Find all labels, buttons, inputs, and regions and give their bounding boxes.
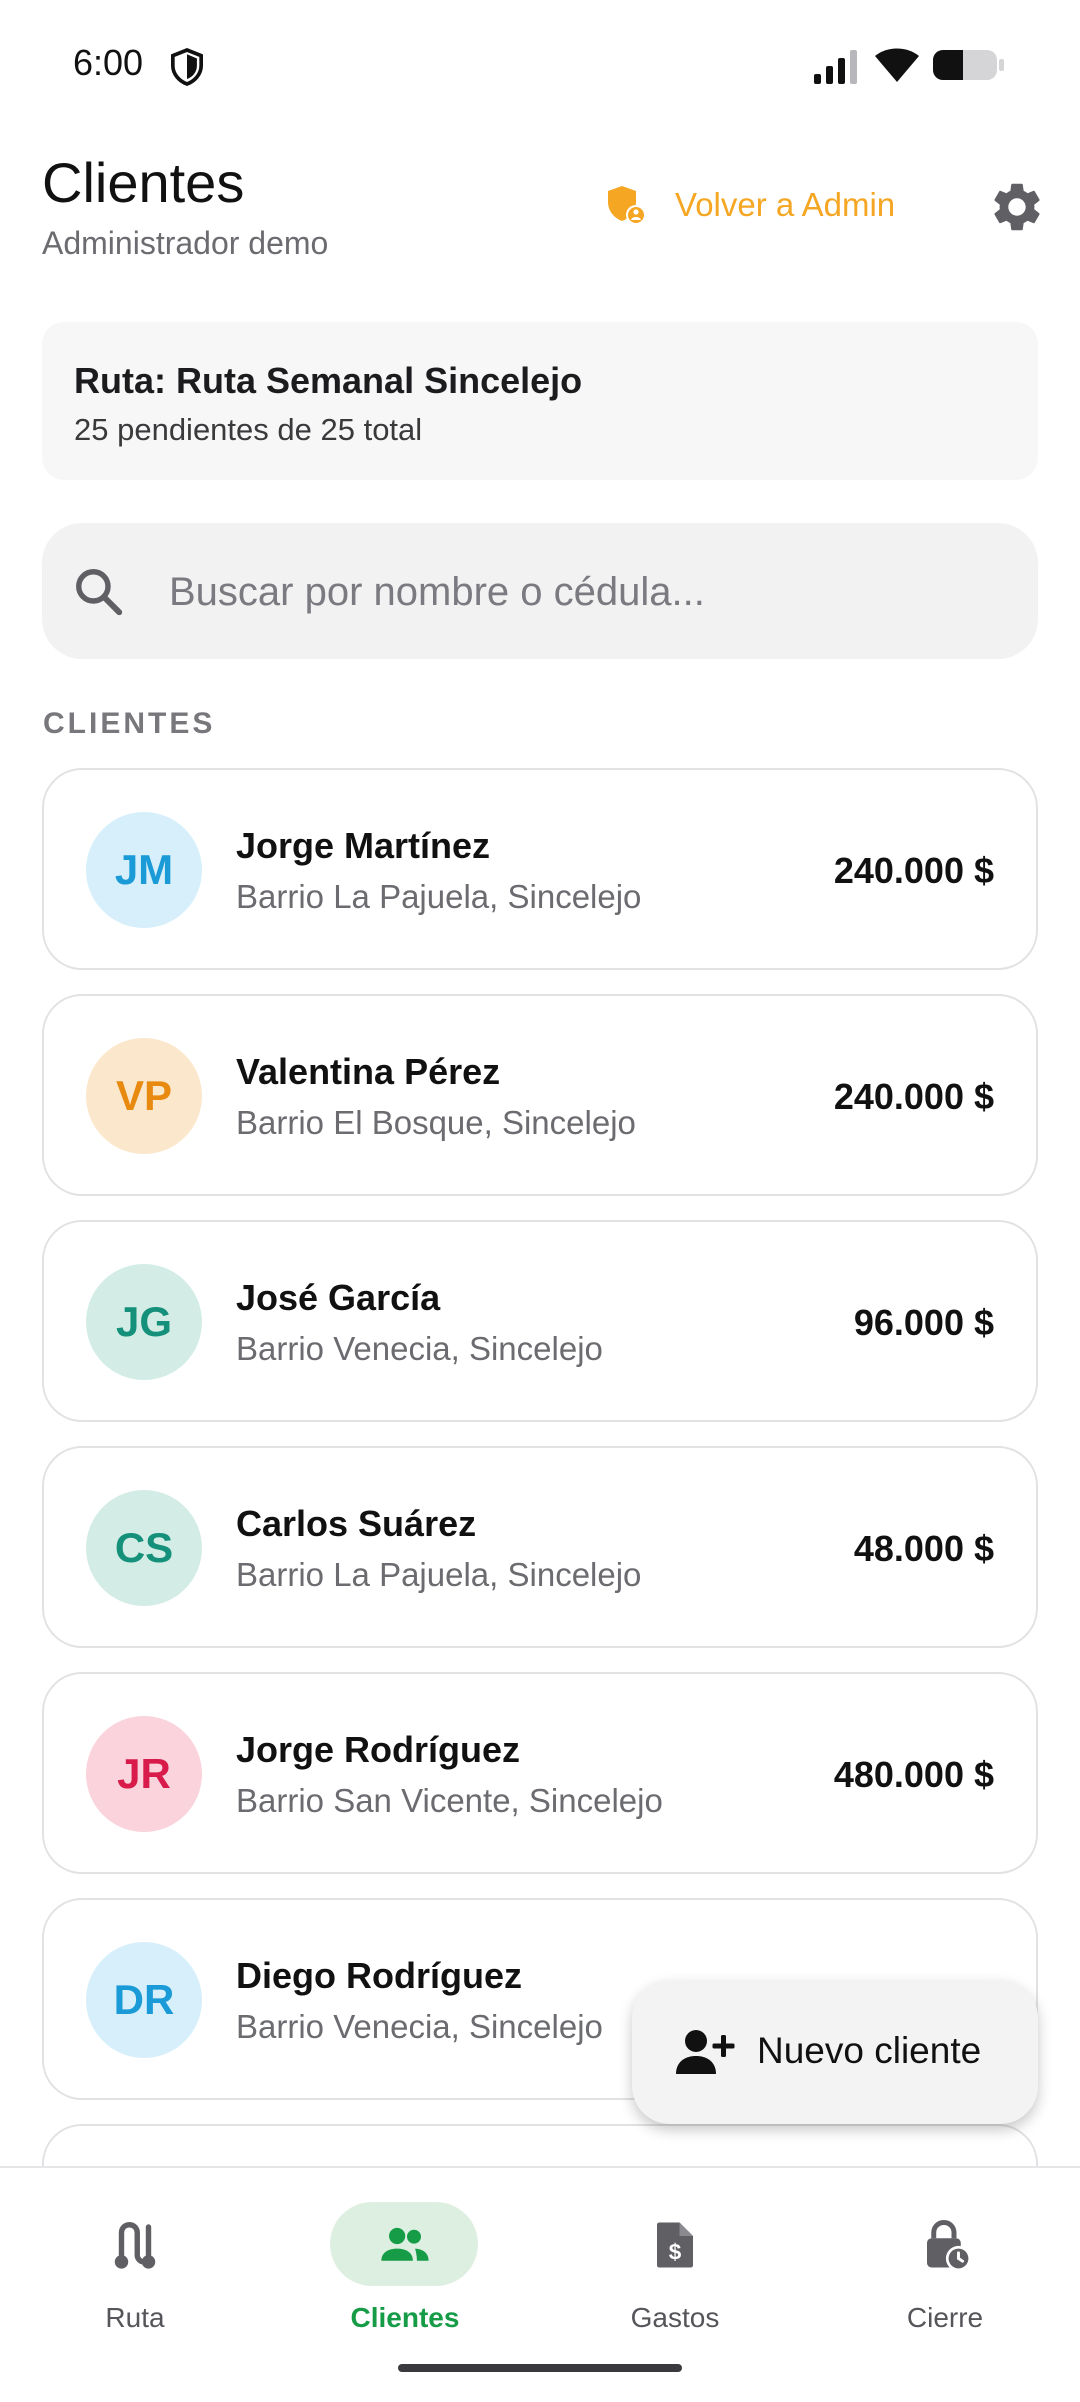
battery-icon [933, 50, 1004, 80]
nav-item-cierre[interactable]: Cierre [810, 2186, 1080, 2336]
client-name: Valentina Pérez [236, 1051, 501, 1092]
client-avatar: JM [86, 812, 202, 928]
gear-icon[interactable] [988, 178, 1046, 236]
client-avatar: JR [86, 1716, 202, 1832]
client-avatar: VP [86, 1038, 202, 1154]
nav-item-clientes[interactable]: Clientes [270, 2186, 540, 2336]
client-amount: 240.000 $ [833, 850, 994, 891]
client-avatar: CS [86, 1490, 202, 1606]
client-name: Jorge Martínez [236, 825, 491, 866]
client-amount: 240.000 $ [833, 1076, 994, 1117]
client-name: Jorge Rodríguez [236, 1729, 521, 1770]
client-address: Barrio La Pajuela, Sincelejo [236, 878, 642, 915]
client-amount: 96.000 $ [853, 1302, 994, 1343]
client-avatar: DR [86, 1942, 202, 2058]
nav-label: Gastos [630, 2302, 720, 2333]
client-name: Carlos Suárez [236, 1503, 477, 1544]
people-icon [381, 2227, 429, 2261]
route-icon [114, 2222, 156, 2269]
route-stats: 25 pendientes de 25 total [74, 412, 423, 447]
status-bar: 6:00 [0, 0, 1080, 130]
new-client-button[interactable]: Nuevo cliente [632, 1980, 1038, 2124]
client-address: Barrio San Vicente, Sincelejo [236, 1782, 663, 1819]
nav-label: Cierre [906, 2302, 984, 2333]
client-name: José García [236, 1277, 441, 1318]
nav-label: Clientes [350, 2302, 460, 2333]
search-bar[interactable] [42, 523, 1038, 659]
client-name: Diego Rodríguez [236, 1955, 522, 1996]
client-address: Barrio Venecia, Sincelejo [236, 1330, 603, 1367]
route-name: Ruta: Ruta Semanal Sincelejo [74, 360, 583, 401]
client-card[interactable]: CS Carlos Suárez Barrio La Pajuela, Sinc… [42, 1446, 1038, 1648]
client-card-partial[interactable] [42, 2124, 1038, 2168]
person-add-icon [676, 2030, 735, 2074]
lock-clock-icon [927, 2220, 972, 2272]
page-subtitle: Administrador demo [42, 225, 329, 261]
receipt-dollar-icon: $ [657, 2222, 693, 2268]
search-icon [76, 569, 123, 616]
client-amount: 480.000 $ [833, 1754, 994, 1795]
page-title: Clientes [42, 151, 245, 214]
client-amount: 48.000 $ [853, 1528, 994, 1569]
shield-icon [170, 48, 204, 86]
section-label: CLIENTES [43, 707, 216, 740]
search-input[interactable] [167, 557, 1001, 627]
route-summary-card: Ruta: Ruta Semanal Sincelejo 25 pendient… [42, 322, 1038, 480]
back-to-admin-label: Volver a Admin [675, 186, 896, 223]
client-list: JM Jorge Martínez Barrio La Pajuela, Sin… [42, 768, 1038, 2168]
nav-item-gastos[interactable]: $ Gastos [540, 2186, 810, 2336]
client-card[interactable]: VP Valentina Pérez Barrio El Bosque, Sin… [42, 994, 1038, 1196]
signal-icon [814, 50, 857, 84]
client-card[interactable]: JR Jorge Rodríguez Barrio San Vicente, S… [42, 1672, 1038, 1874]
client-address: Barrio Venecia, Sincelejo [236, 2008, 603, 2045]
client-address: Barrio La Pajuela, Sincelejo [236, 1556, 642, 1593]
client-address: Barrio El Bosque, Sincelejo [236, 1104, 636, 1141]
admin-shield-icon [608, 186, 646, 225]
new-client-label: Nuevo cliente [757, 2030, 982, 2071]
back-to-admin-button[interactable]: Volver a Admin [605, 175, 895, 235]
home-indicator [398, 2364, 682, 2372]
status-time: 6:00 [73, 42, 144, 83]
client-card[interactable]: JM Jorge Martínez Barrio La Pajuela, Sin… [42, 768, 1038, 970]
client-card[interactable]: JG José García Barrio Venecia, Sincelejo… [42, 1220, 1038, 1422]
client-avatar: JG [86, 1264, 202, 1380]
nav-item-ruta[interactable]: Ruta [0, 2186, 270, 2336]
nav-label: Ruta [105, 2302, 165, 2333]
svg-text:$: $ [669, 2240, 682, 2265]
wifi-icon [875, 48, 919, 82]
